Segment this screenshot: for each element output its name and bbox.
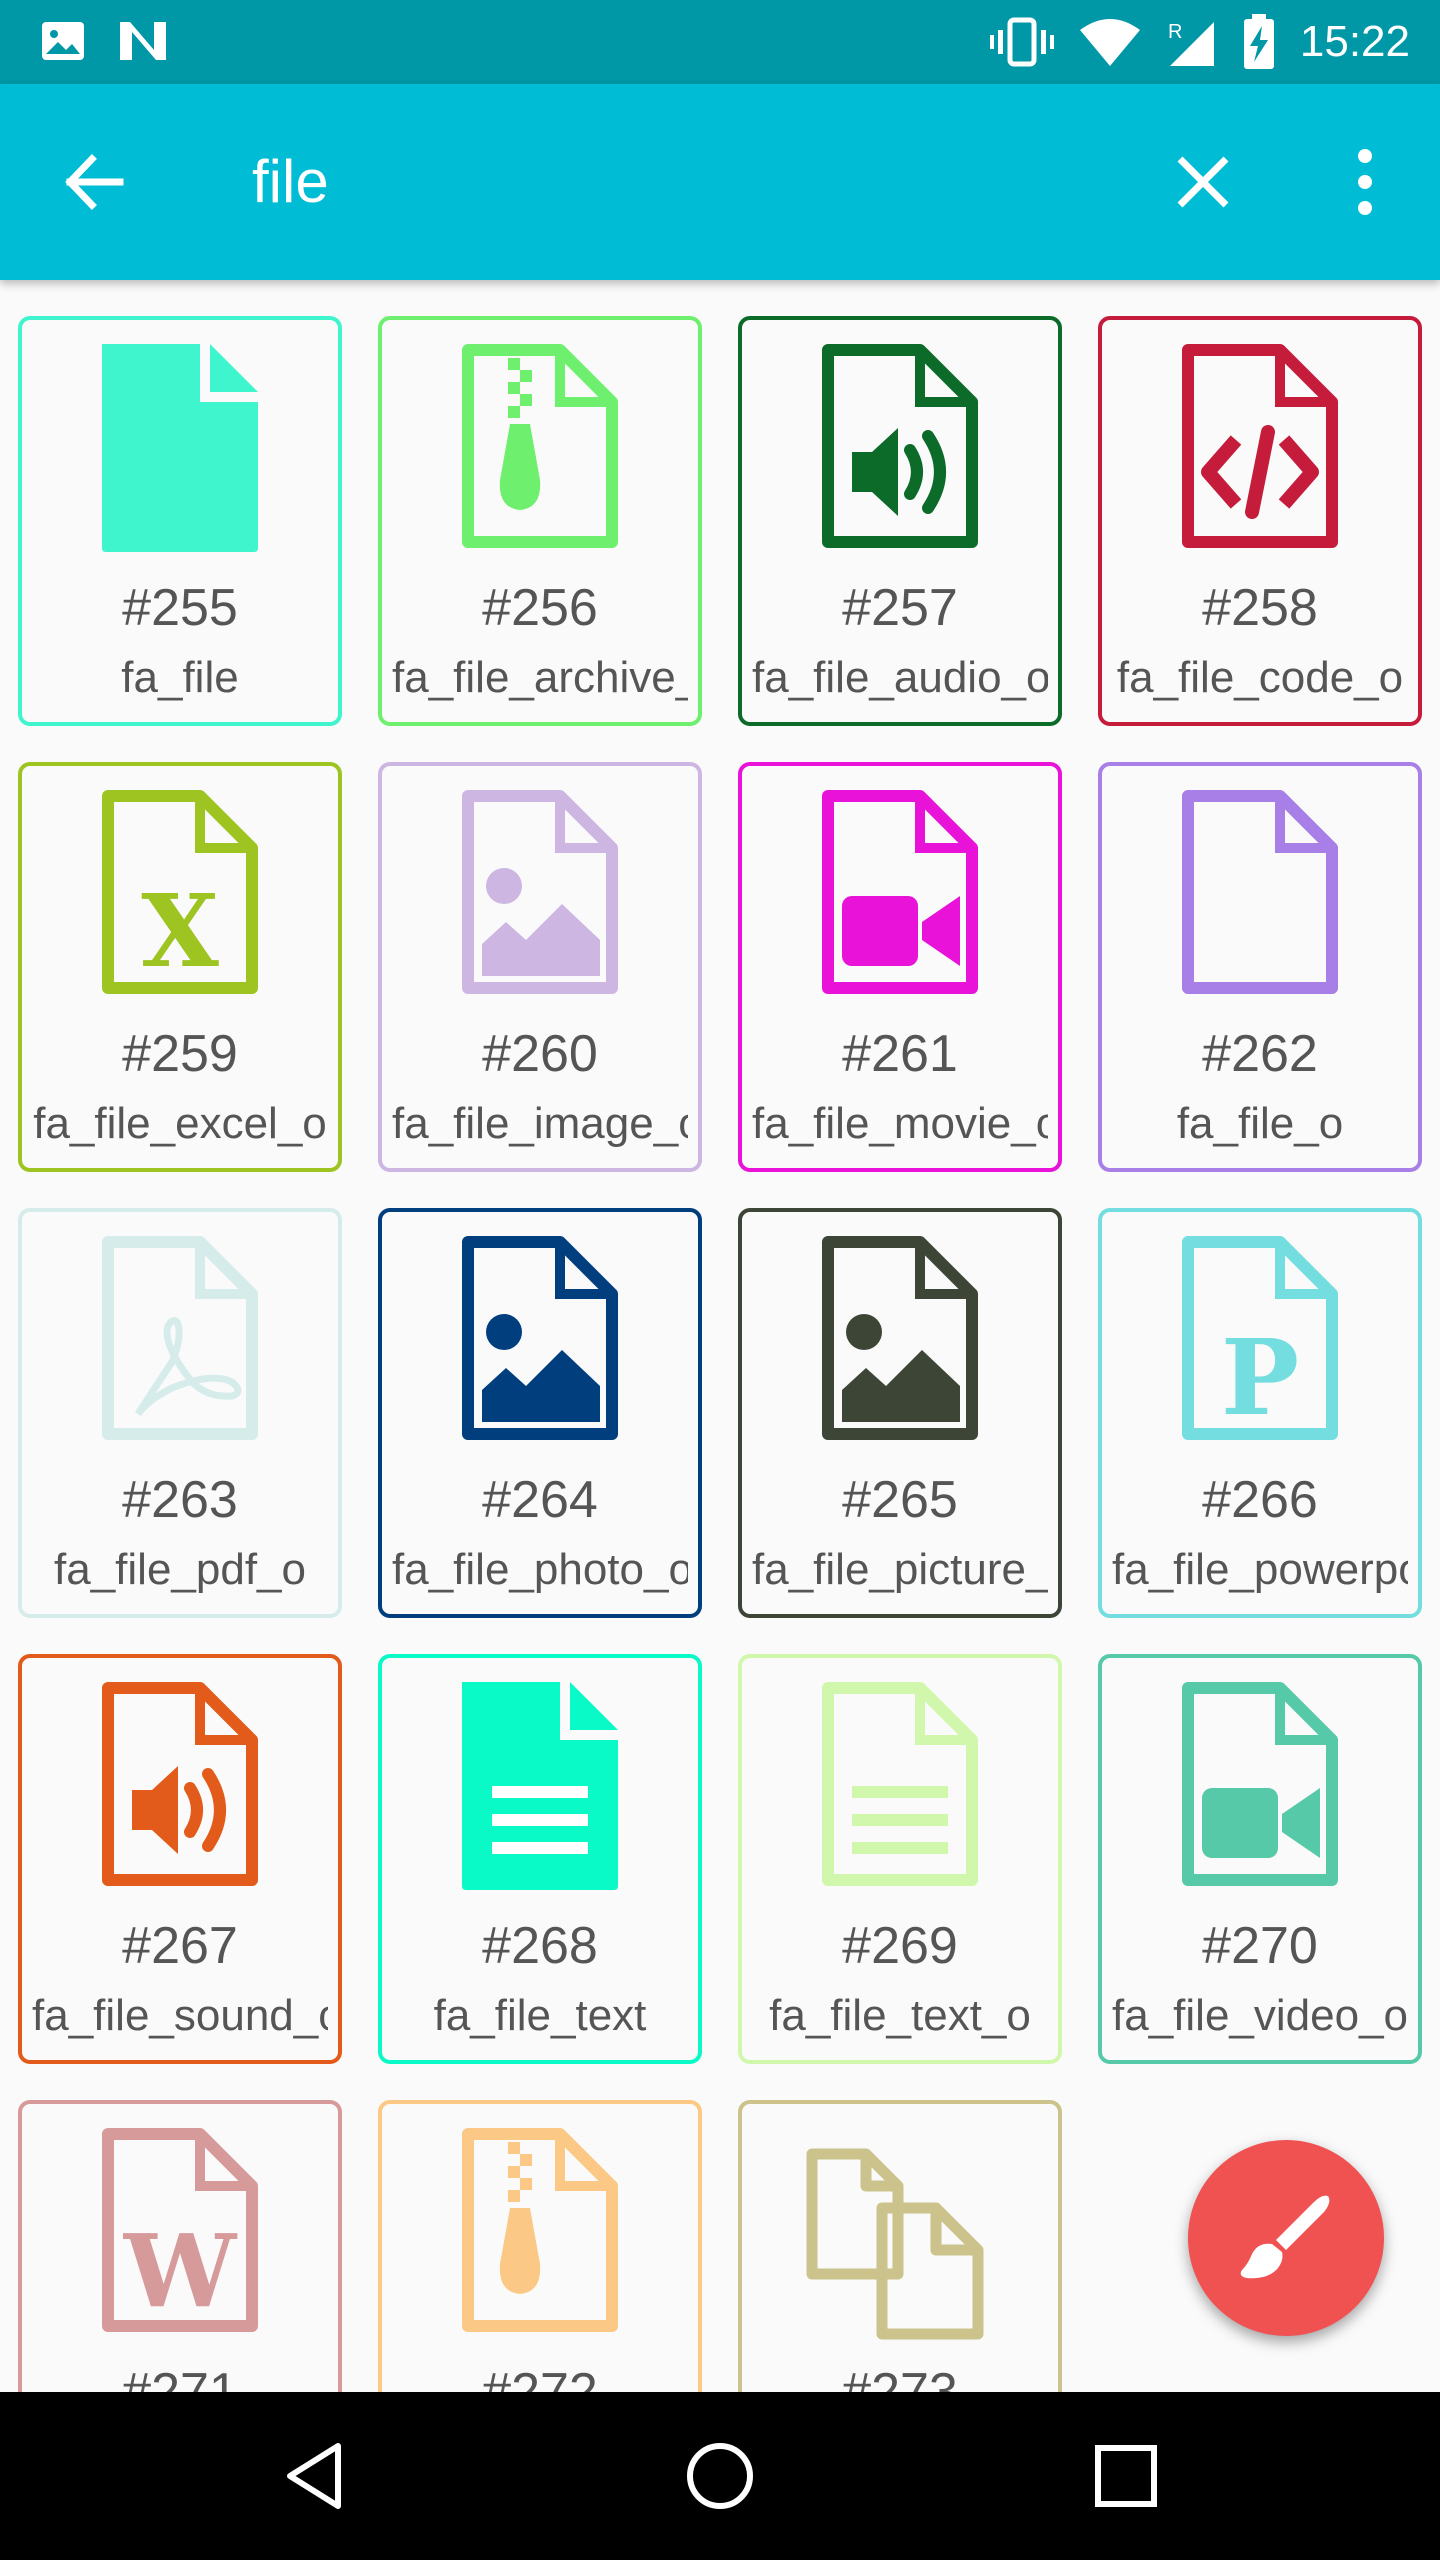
status-bar: R 15:22 <box>0 0 1440 84</box>
icon-number: #257 <box>842 579 958 637</box>
navigation-bar <box>0 2392 1440 2560</box>
file-word-icon: W <box>102 2128 258 2332</box>
icon-number: #258 <box>1202 579 1318 637</box>
file-picture-icon <box>822 1236 978 1440</box>
icon-name: fa_file_video_o <box>1112 1991 1408 2040</box>
icon-card[interactable]: #270 fa_file_video_o <box>1098 1654 1422 2064</box>
icon-number: #264 <box>482 1471 598 1529</box>
arrow-back-icon[interactable] <box>60 147 130 217</box>
file-sound-icon <box>102 1682 258 1886</box>
icon-name: fa_file_excel_o <box>33 1099 327 1148</box>
icon-card[interactable]: #263 fa_file_pdf_o <box>18 1208 342 1618</box>
paint-brush-fab[interactable] <box>1188 2140 1384 2336</box>
status-time: 15:22 <box>1299 17 1410 66</box>
icon-name: fa_file_text <box>433 1991 647 2040</box>
icon-number: #263 <box>122 1471 238 1529</box>
status-bar-notifications <box>40 18 172 64</box>
icon-name: fa_file_code_o <box>1116 653 1404 702</box>
icon-number: #271 <box>122 2363 238 2392</box>
icon-name: fa_file_movie_o <box>752 1099 1048 1148</box>
icon-name: fa_file_archive_o <box>392 653 688 702</box>
file-code-icon <box>1182 344 1338 548</box>
icon-number: #273 <box>842 2363 958 2392</box>
close-icon[interactable] <box>1168 147 1238 217</box>
icon-card[interactable]: #257 fa_file_audio_o <box>738 316 1062 726</box>
icon-name: fa_file_o <box>1176 1099 1344 1148</box>
icon-number: #261 <box>842 1025 958 1083</box>
file-movie-icon <box>822 790 978 994</box>
icon-name: fa_file_powerpoint_o <box>1112 1545 1408 1594</box>
file-excel-icon: X <box>102 790 258 994</box>
svg-text:R: R <box>1168 21 1182 43</box>
svg-text:P: P <box>1221 1316 1299 1439</box>
icon-card[interactable]: W#271fa_file_word_o <box>18 2100 342 2392</box>
icon-card[interactable]: #255 fa_file <box>18 316 342 726</box>
file-archive-icon <box>462 344 618 548</box>
svg-text:W: W <box>123 2212 238 2330</box>
icon-card[interactable]: #258 fa_file_code_o <box>1098 316 1422 726</box>
icon-card[interactable]: #262 fa_file_o <box>1098 762 1422 1172</box>
image-notification-icon <box>42 22 84 60</box>
icon-card[interactable]: #273fa_files_o <box>738 2100 1062 2392</box>
search-toolbar: file <box>0 84 1440 280</box>
file-outline-icon <box>1182 790 1338 994</box>
file-image-icon <box>462 790 618 994</box>
file-pdf-icon <box>102 1236 258 1440</box>
icon-number: #255 <box>122 579 238 637</box>
icon-card[interactable]: #264 fa_file_photo_o <box>378 1208 702 1618</box>
icon-card[interactable]: #269 fa_file_text_o <box>738 1654 1062 2064</box>
icon-card[interactable]: #256 fa_file_archive_o <box>378 316 702 726</box>
battery-charging-icon <box>1243 14 1274 69</box>
icon-number: #262 <box>1202 1025 1318 1083</box>
icon-number: #270 <box>1202 1917 1318 1975</box>
file-powerpoint-icon: P <box>1182 1236 1338 1440</box>
home-circle-icon[interactable] <box>680 2436 760 2516</box>
icon-number: #265 <box>842 1471 958 1529</box>
icon-card[interactable]: #268 fa_file_text <box>378 1654 702 2064</box>
icon-number: #269 <box>842 1917 958 1975</box>
recents-square-icon[interactable] <box>1086 2436 1166 2516</box>
icon-number: #260 <box>482 1025 598 1083</box>
icon-number: #256 <box>482 579 598 637</box>
search-input[interactable]: file <box>252 142 329 222</box>
file-zip-icon <box>462 2128 618 2332</box>
status-bar-system: R 15:22 <box>989 14 1410 70</box>
icon-number: #259 <box>122 1025 238 1083</box>
files-icon <box>806 2148 984 2340</box>
svg-text:X: X <box>141 872 219 990</box>
signal-icon: R <box>1168 21 1214 66</box>
icon-grid: #255 fa_file #256 fa_file_archive_o #257 fa_f… <box>0 280 1440 2392</box>
file-audio-icon <box>822 344 978 548</box>
icon-card[interactable]: #265 fa_file_picture_o <box>738 1208 1062 1618</box>
file-photo-icon <box>462 1236 618 1440</box>
wifi-icon <box>1079 19 1140 66</box>
file-icon <box>102 344 258 552</box>
icon-name: fa_file_image_o <box>392 1099 688 1148</box>
back-triangle-icon[interactable] <box>276 2436 356 2516</box>
file-text-outline-icon <box>822 1682 978 1886</box>
icon-card[interactable]: #272fa_file_zip_o <box>378 2100 702 2392</box>
icon-number: #272 <box>482 2363 598 2392</box>
vibrate-icon <box>989 17 1054 67</box>
icon-name: fa_file_photo_o <box>392 1545 688 1594</box>
icon-card[interactable]: #261 fa_file_movie_o <box>738 762 1062 1172</box>
n-notification-icon <box>120 22 166 60</box>
icon-name: fa_file_text_o <box>769 1991 1031 2040</box>
paint-brush-icon <box>1240 2195 1330 2279</box>
icon-card[interactable]: #260 fa_file_image_o <box>378 762 702 1172</box>
icon-name: fa_file_sound_o <box>32 1991 328 2040</box>
icon-name: fa_file_pdf_o <box>54 1545 306 1594</box>
more-vert-icon[interactable] <box>1330 144 1400 220</box>
icon-name: fa_file <box>121 653 239 702</box>
icon-card[interactable]: #267 fa_file_sound_o <box>18 1654 342 2064</box>
icon-card[interactable]: P #266 fa_file_powerpoint_o <box>1098 1208 1422 1618</box>
file-video-icon <box>1182 1682 1338 1886</box>
icon-name: fa_file_picture_o <box>752 1545 1048 1594</box>
file-text-icon <box>462 1682 618 1890</box>
icon-number: #267 <box>122 1917 238 1975</box>
icon-card[interactable]: X #259 fa_file_excel_o <box>18 762 342 1172</box>
icon-number: #268 <box>482 1917 598 1975</box>
icon-number: #266 <box>1202 1471 1318 1529</box>
icon-name: fa_file_audio_o <box>752 653 1048 702</box>
